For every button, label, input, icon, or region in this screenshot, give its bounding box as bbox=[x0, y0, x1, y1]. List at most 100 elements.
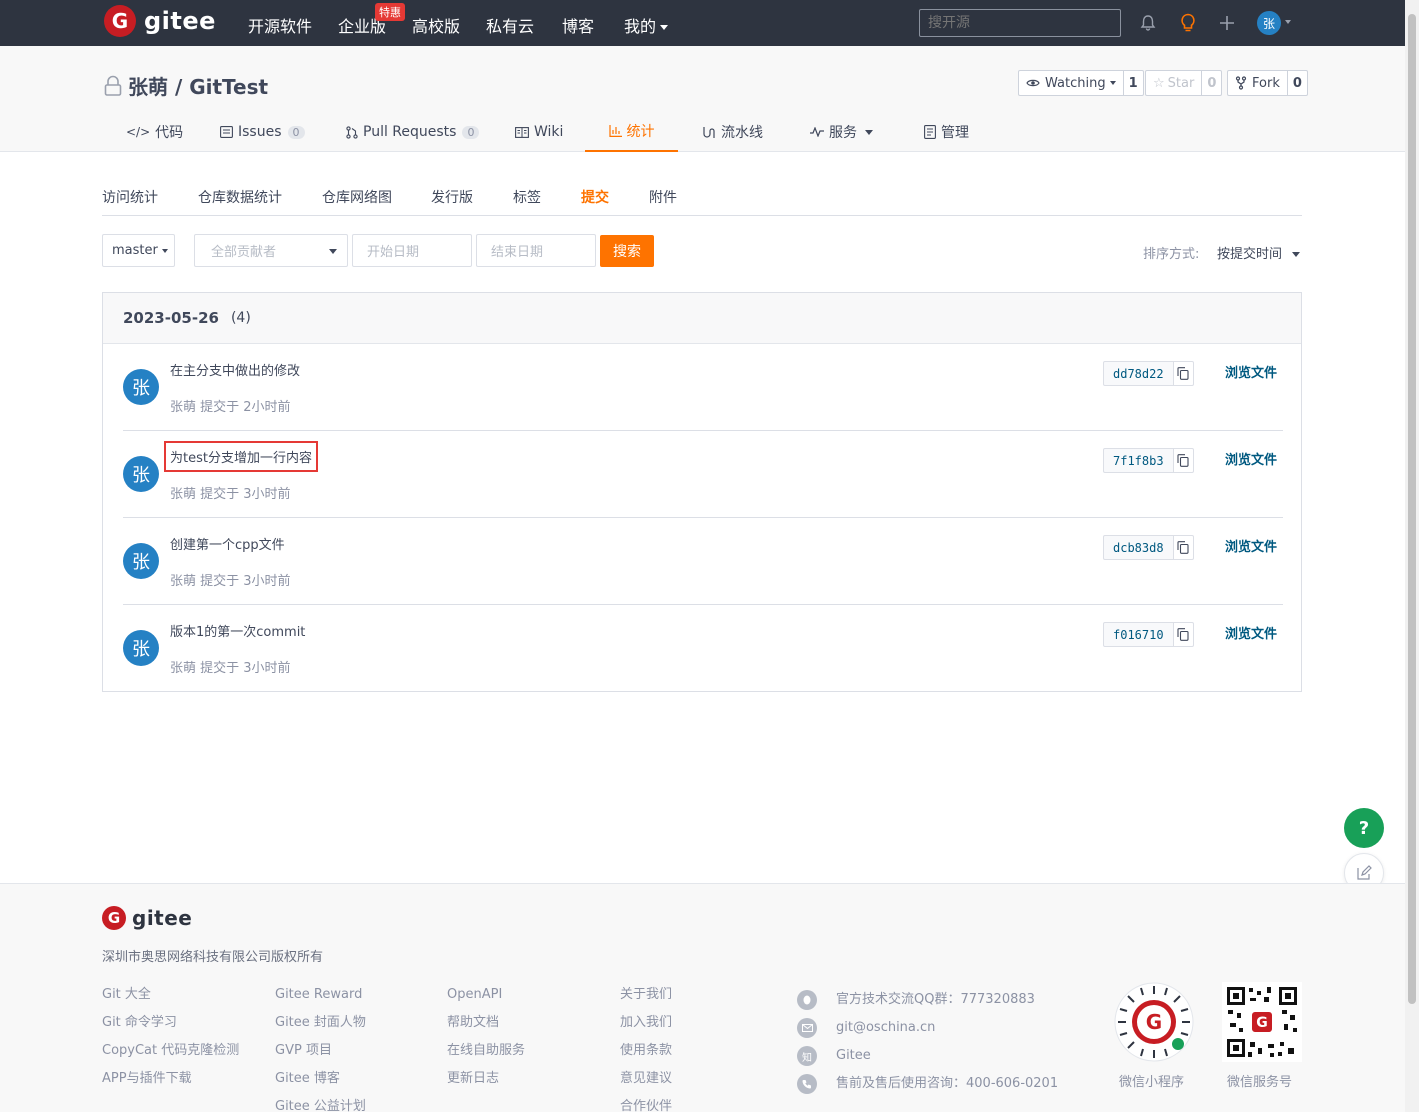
contact-zhihu[interactable]: 知 Gitee bbox=[797, 1042, 1058, 1070]
footer-link[interactable]: Gitee 博客 bbox=[275, 1070, 366, 1098]
search-input[interactable] bbox=[919, 9, 1121, 37]
copy-icon[interactable] bbox=[1173, 535, 1194, 560]
tab-manage[interactable]: 管理 bbox=[924, 112, 969, 152]
tab-issues[interactable]: Issues 0 bbox=[220, 112, 305, 152]
footer-link[interactable]: OpenAPI bbox=[447, 986, 525, 1014]
tab-pipeline[interactable]: 流水线 bbox=[702, 112, 763, 152]
sort-select[interactable]: 按提交时间 bbox=[1217, 243, 1301, 262]
footer-link[interactable]: Git 命令学习 bbox=[102, 1014, 239, 1042]
commit-message[interactable]: 在主分支中做出的修改 bbox=[170, 360, 300, 379]
repo-name[interactable]: 张萌 / GitTest bbox=[128, 71, 268, 100]
book-icon bbox=[515, 126, 529, 138]
star-button[interactable]: ☆ Star bbox=[1145, 70, 1203, 96]
issues-count-badge: 0 bbox=[287, 125, 305, 139]
subtab-releases[interactable]: 发行版 bbox=[431, 187, 473, 207]
nav-mine[interactable]: 我的 bbox=[624, 13, 669, 37]
tab-code[interactable]: </> 代码 bbox=[126, 112, 183, 152]
chevron-down-icon[interactable] bbox=[1285, 20, 1291, 24]
branch-select[interactable]: master bbox=[102, 234, 175, 267]
avatar[interactable]: 张 bbox=[123, 456, 159, 492]
subtab-visit-stats[interactable]: 访问统计 bbox=[102, 187, 158, 207]
start-date-input[interactable]: 开始日期 bbox=[352, 234, 472, 267]
browse-files-link[interactable]: 浏览文件 bbox=[1225, 362, 1277, 381]
gitee-logo[interactable]: G gitee bbox=[104, 5, 216, 37]
subtab-attachments[interactable]: 附件 bbox=[649, 187, 677, 207]
nav-university[interactable]: 高校版 bbox=[412, 13, 460, 37]
footer-link[interactable]: GVP 项目 bbox=[275, 1042, 366, 1070]
commit-sha: dd78d22 bbox=[1103, 361, 1194, 386]
copy-icon[interactable] bbox=[1173, 448, 1194, 473]
footer-link[interactable]: 加入我们 bbox=[620, 1014, 672, 1042]
commit-message-highlighted[interactable]: 为test分支增加一行内容 bbox=[164, 441, 318, 472]
avatar[interactable]: 张 bbox=[123, 369, 159, 405]
tab-label: Pull Requests bbox=[363, 124, 457, 140]
footer-link[interactable]: 关于我们 bbox=[620, 986, 672, 1014]
commit-message[interactable]: 版本1的第一次commit bbox=[170, 621, 305, 640]
commit-meta: 张萌 提交于 3小时前 bbox=[170, 487, 291, 502]
qr-label-mini-program: 微信小程序 bbox=[1119, 1075, 1185, 1090]
help-button[interactable]: ? bbox=[1344, 808, 1384, 848]
browse-files-link[interactable]: 浏览文件 bbox=[1225, 449, 1277, 468]
sha-link[interactable]: dcb83d8 bbox=[1103, 535, 1174, 560]
avatar[interactable]: 张 bbox=[123, 630, 159, 666]
footer-link[interactable]: 合作伙伴 bbox=[620, 1098, 672, 1112]
commit-message[interactable]: 创建第一个cpp文件 bbox=[170, 534, 285, 553]
footer-link[interactable]: 意见建议 bbox=[620, 1070, 672, 1098]
pull-request-icon bbox=[346, 125, 358, 139]
footer-link[interactable]: APP与插件下载 bbox=[102, 1070, 239, 1098]
commit-count: (4) bbox=[230, 310, 251, 326]
plus-icon[interactable] bbox=[1215, 11, 1239, 35]
watch-count[interactable]: 1 bbox=[1123, 70, 1144, 96]
footer-link[interactable]: Git 大全 bbox=[102, 986, 239, 1014]
footer-link[interactable]: CopyCat 代码克隆检测 bbox=[102, 1042, 239, 1070]
avatar[interactable]: 张 bbox=[123, 543, 159, 579]
bell-icon[interactable] bbox=[1136, 11, 1160, 35]
copy-icon[interactable] bbox=[1173, 361, 1194, 386]
sha-link[interactable]: dd78d22 bbox=[1103, 361, 1174, 386]
nav-open-source[interactable]: 开源软件 bbox=[248, 13, 312, 37]
footer-link[interactable]: 更新日志 bbox=[447, 1070, 525, 1098]
subtab-network-graph[interactable]: 仓库网络图 bbox=[322, 187, 392, 207]
tab-services[interactable]: 服务 bbox=[810, 112, 873, 152]
end-date-input[interactable]: 结束日期 bbox=[476, 234, 596, 267]
browse-files-link[interactable]: 浏览文件 bbox=[1225, 536, 1277, 555]
sha-link[interactable]: 7f1f8b3 bbox=[1103, 448, 1174, 473]
nav-private-cloud[interactable]: 私有云 bbox=[486, 13, 534, 37]
browse-files-link[interactable]: 浏览文件 bbox=[1225, 623, 1277, 642]
tab-wiki[interactable]: Wiki bbox=[515, 112, 563, 152]
contact-qq[interactable]: 官方技术交流QQ群：777320883 bbox=[797, 986, 1058, 1014]
user-avatar[interactable]: 张 bbox=[1257, 11, 1281, 35]
footer-link[interactable]: Gitee Reward bbox=[275, 986, 366, 1014]
contact-phone[interactable]: 售前及售后使用咨询：400-606-0201 bbox=[797, 1070, 1058, 1098]
nav-mine-label: 我的 bbox=[624, 17, 657, 36]
subtab-commits[interactable]: 提交 bbox=[581, 187, 609, 207]
watch-button[interactable]: Watching bbox=[1018, 70, 1124, 96]
subtab-tags[interactable]: 标签 bbox=[513, 187, 541, 207]
fork-button[interactable]: Fork bbox=[1227, 70, 1288, 96]
chevron-down-icon bbox=[1292, 252, 1301, 257]
tab-statistics[interactable]: 统计 bbox=[585, 112, 678, 152]
commit-row: 张 为test分支增加一行内容 张萌 提交于 3小时前 7f1f8b3 浏览文件 bbox=[123, 431, 1283, 518]
fork-count[interactable]: 0 bbox=[1287, 70, 1308, 96]
scrollbar[interactable] bbox=[1405, 0, 1419, 1112]
nav-blog[interactable]: 博客 bbox=[562, 13, 594, 37]
footer-link[interactable]: Gitee 封面人物 bbox=[275, 1014, 366, 1042]
sha-link[interactable]: f016710 bbox=[1103, 622, 1174, 647]
contributor-select[interactable]: 全部贡献者 bbox=[194, 234, 348, 267]
scrollbar-thumb[interactable] bbox=[1408, 14, 1416, 1004]
footer-link[interactable]: Gitee 公益计划 bbox=[275, 1098, 366, 1112]
lightbulb-icon[interactable] bbox=[1176, 11, 1200, 35]
tab-pull-requests[interactable]: Pull Requests 0 bbox=[346, 112, 480, 152]
footer-link[interactable]: 帮助文档 bbox=[447, 1014, 525, 1042]
mail-icon bbox=[797, 1018, 817, 1038]
pr-count-badge: 0 bbox=[462, 125, 480, 139]
star-count[interactable]: 0 bbox=[1202, 70, 1223, 96]
chevron-down-icon bbox=[660, 25, 669, 30]
contact-email[interactable]: git@oschina.cn bbox=[797, 1014, 1058, 1042]
search-button[interactable]: 搜索 bbox=[600, 235, 654, 267]
subtab-repo-data-stats[interactable]: 仓库数据统计 bbox=[198, 187, 282, 207]
copy-icon[interactable] bbox=[1173, 622, 1194, 647]
footer-link[interactable]: 使用条款 bbox=[620, 1042, 672, 1070]
footer-logo[interactable]: G gitee bbox=[102, 906, 192, 930]
footer-link[interactable]: 在线自助服务 bbox=[447, 1042, 525, 1070]
